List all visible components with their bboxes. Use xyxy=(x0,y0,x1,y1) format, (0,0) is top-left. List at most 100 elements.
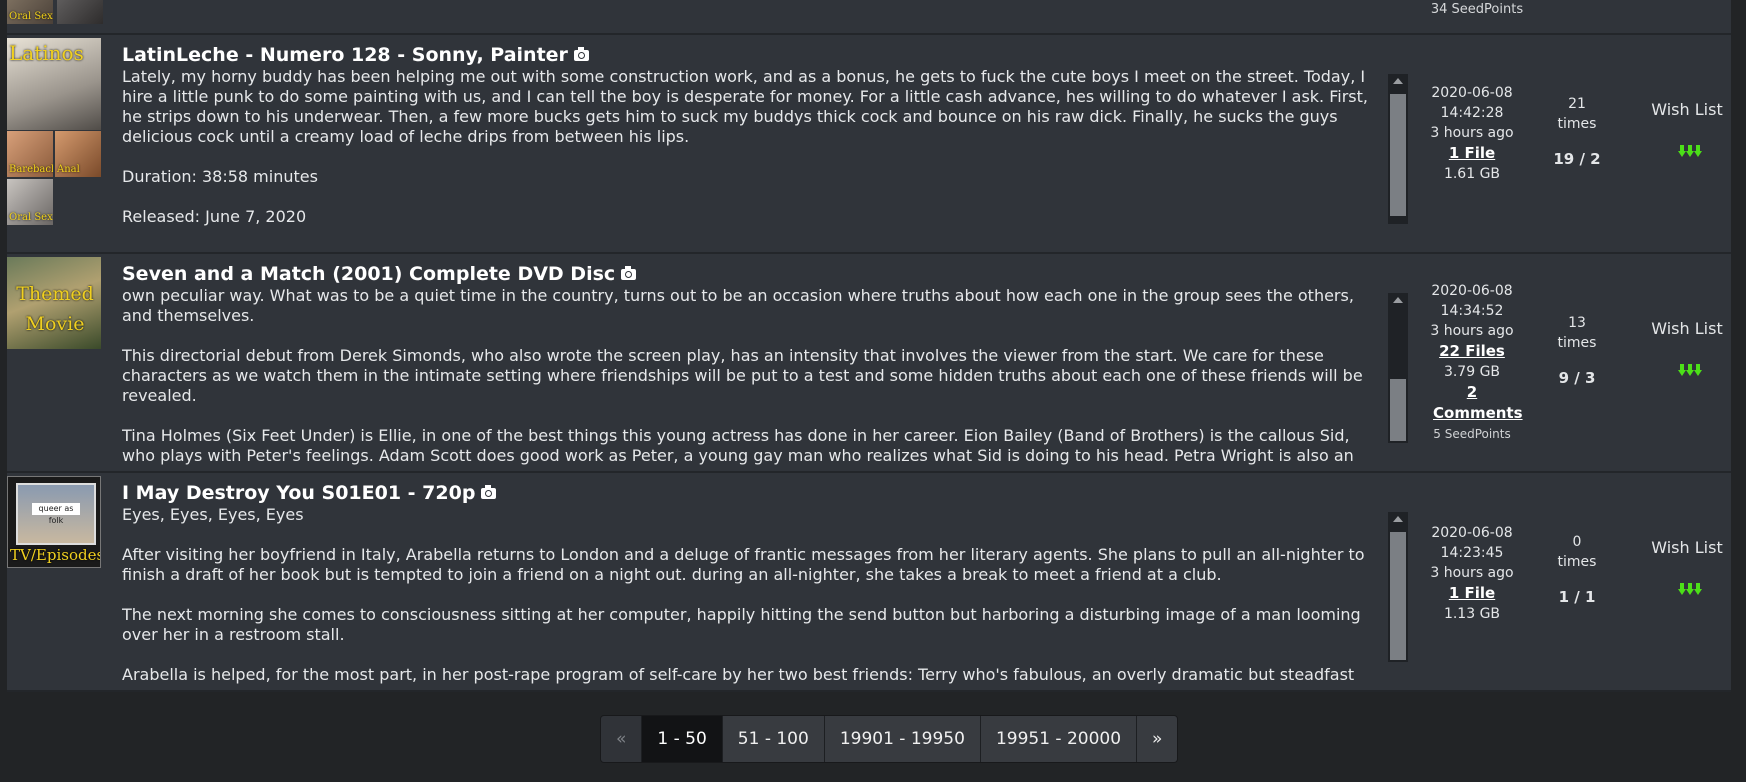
scrollbar-thumb[interactable] xyxy=(1390,94,1406,216)
times-count: 21 xyxy=(1568,96,1586,112)
category-thumb[interactable] xyxy=(57,0,103,24)
previous-thumbs: Oral Sex xyxy=(7,0,111,25)
torrent-row: queer as folk TV/Episodes I May Destroy … xyxy=(7,473,1731,692)
category-thumb-oral[interactable]: Oral Sex xyxy=(7,179,53,225)
upload-time: 14:23:45 xyxy=(1440,545,1504,561)
seeders-leechers: 19 / 2 xyxy=(1553,150,1601,168)
description-paragraph: Arabella is helped, for the most part, i… xyxy=(122,665,1355,686)
times-label: times xyxy=(1557,554,1597,570)
download-arrows-icon[interactable] xyxy=(1677,364,1702,376)
torrent-size: 1.61 GB xyxy=(1443,166,1501,182)
torrent-size: 1.13 GB xyxy=(1443,606,1501,622)
category-thumb-bareback[interactable]: Bareback xyxy=(7,131,53,177)
upload-time: 14:34:52 xyxy=(1440,303,1504,319)
seedpoints: 5 SeedPoints xyxy=(1433,427,1511,441)
torrent-content: LatinLeche - Numero 128 - Sonny, Painter… xyxy=(122,43,1377,248)
previous-row: Oral Sex 34 SeedPoints xyxy=(7,0,1731,35)
times-label: times xyxy=(1557,116,1597,132)
torrent-row: Themed Movie Seven and a Match (2001) Co… xyxy=(7,254,1731,473)
torrent-title[interactable]: I May Destroy You S01E01 - 720p xyxy=(122,482,475,504)
description-scrollbar[interactable] xyxy=(1388,293,1408,443)
thumb-label: Oral Sex xyxy=(9,11,53,22)
upload-date: 2020-06-08 xyxy=(1431,283,1513,299)
description-paragraph: After visiting her boyfriend in Italy, A… xyxy=(122,545,1365,584)
category-thumbs: queer as folk TV/Episodes xyxy=(7,476,111,688)
category-thumbs: Latinos Bareback Anal Oral Sex xyxy=(7,38,111,250)
torrent-size: 3.79 GB xyxy=(1443,364,1501,380)
torrent-row: Latinos Bareback Anal Oral Sex LatinLech… xyxy=(7,35,1731,254)
upload-age: 3 hours ago xyxy=(1430,125,1514,141)
torrent-meta: 2020-06-08 14:34:52 3 hours ago 22 Files… xyxy=(1412,281,1532,444)
pagination-page[interactable]: 19901 - 19950 xyxy=(824,716,981,762)
category-thumb-latinos[interactable]: Latinos xyxy=(7,38,101,130)
category-thumb-anal[interactable]: Anal xyxy=(55,131,101,177)
description-scrollbar[interactable] xyxy=(1388,74,1408,224)
camera-icon[interactable] xyxy=(481,485,497,499)
torrent-description: Lately, my horny buddy has been helping … xyxy=(122,67,1377,227)
torrent-title[interactable]: Seven and a Match (2001) Complete DVD Di… xyxy=(122,263,615,285)
download-arrows-icon[interactable] xyxy=(1677,583,1702,595)
wish-list-link[interactable]: Wish List xyxy=(1632,538,1742,557)
wish-list-link[interactable]: Wish List xyxy=(1632,100,1742,119)
pagination-page[interactable]: 19951 - 20000 xyxy=(980,716,1138,762)
torrent-content: Seven and a Match (2001) Complete DVD Di… xyxy=(122,262,1377,467)
files-link[interactable]: 1 File xyxy=(1449,144,1495,162)
completed-count: 0 times xyxy=(1537,532,1617,572)
torrent-content: I May Destroy You S01E01 - 720p Eyes, Ey… xyxy=(122,481,1377,686)
tv-image: queer as folk xyxy=(16,483,96,545)
files-link[interactable]: 1 File xyxy=(1449,584,1495,602)
times-label: times xyxy=(1557,335,1597,351)
comments-link[interactable]: 2 Comments xyxy=(1433,383,1523,422)
description-paragraph: own peculiar way. What was to be a quiet… xyxy=(122,286,1354,325)
completed-count: 13 times xyxy=(1537,313,1617,353)
pagination: « 1 - 50 51 - 100 19901 - 19950 19951 - … xyxy=(600,715,1179,763)
download-arrows-icon[interactable] xyxy=(1677,145,1702,157)
camera-icon[interactable] xyxy=(573,47,589,61)
torrent-meta: 2020-06-08 14:42:28 3 hours ago 1 File 1… xyxy=(1412,83,1532,184)
torrent-title[interactable]: LatinLeche - Numero 128 - Sonny, Painter xyxy=(122,44,568,66)
description-paragraph: Eyes, Eyes, Eyes, Eyes xyxy=(122,505,304,524)
category-thumb-tv-episodes[interactable]: queer as folk TV/Episodes xyxy=(7,476,101,568)
upload-time: 14:42:28 xyxy=(1440,105,1504,121)
times-count: 0 xyxy=(1572,534,1582,550)
pagination-next[interactable]: » xyxy=(1137,716,1178,762)
wish-list-link[interactable]: Wish List xyxy=(1632,319,1742,338)
description-paragraph: The next morning she comes to consciousn… xyxy=(122,605,1361,644)
description-scrollbar[interactable] xyxy=(1388,512,1408,662)
description-paragraph: This directorial debut from Derek Simond… xyxy=(122,346,1363,405)
scroll-up-arrow-icon[interactable] xyxy=(1393,516,1403,522)
torrent-title-link[interactable]: LatinLeche - Numero 128 - Sonny, Painter xyxy=(122,43,1377,67)
category-thumb-themed-movie[interactable]: Themed Movie xyxy=(7,257,101,349)
category-thumbs: Themed Movie xyxy=(7,257,111,469)
pagination-page[interactable]: 1 - 50 xyxy=(642,716,723,762)
scroll-up-arrow-icon[interactable] xyxy=(1393,78,1403,84)
torrent-title-link[interactable]: I May Destroy You S01E01 - 720p xyxy=(122,481,1377,505)
scrollbar-thumb[interactable] xyxy=(1390,532,1406,660)
camera-icon[interactable] xyxy=(621,266,637,280)
upload-date: 2020-06-08 xyxy=(1431,525,1513,541)
upload-date: 2020-06-08 xyxy=(1431,85,1513,101)
description-paragraph: Lately, my horny buddy has been helping … xyxy=(122,67,1368,146)
seeders-leechers: 1 / 1 xyxy=(1558,588,1596,606)
upload-age: 3 hours ago xyxy=(1430,565,1514,581)
scroll-up-arrow-icon[interactable] xyxy=(1393,297,1403,303)
seedpoints: 34 SeedPoints xyxy=(1430,2,1524,17)
torrent-description: Eyes, Eyes, Eyes, Eyes After visiting he… xyxy=(122,505,1377,686)
scrollbar-thumb[interactable] xyxy=(1390,379,1406,441)
torrent-list: Oral Sex 34 SeedPoints Latinos Bareback … xyxy=(7,0,1731,692)
category-thumb[interactable]: Oral Sex xyxy=(7,0,53,24)
description-paragraph: Tina Holmes (Six Feet Under) is Ellie, i… xyxy=(122,426,1354,467)
pagination-page[interactable]: 51 - 100 xyxy=(722,716,825,762)
show-logo: queer as folk xyxy=(32,503,80,525)
files-link[interactable]: 22 Files xyxy=(1439,342,1505,360)
torrent-description: own peculiar way. What was to be a quiet… xyxy=(122,286,1377,467)
upload-age: 3 hours ago xyxy=(1430,323,1514,339)
seeders-leechers: 9 / 3 xyxy=(1558,369,1596,387)
completed-count: 21 times xyxy=(1537,94,1617,134)
description-paragraph: Released: June 7, 2020 xyxy=(122,207,307,226)
times-count: 13 xyxy=(1568,315,1586,331)
torrent-meta: 2020-06-08 14:23:45 3 hours ago 1 File 1… xyxy=(1412,523,1532,624)
torrent-title-link[interactable]: Seven and a Match (2001) Complete DVD Di… xyxy=(122,262,1377,286)
pagination-prev: « xyxy=(601,716,643,762)
description-paragraph: Duration: 38:58 minutes xyxy=(122,167,318,186)
